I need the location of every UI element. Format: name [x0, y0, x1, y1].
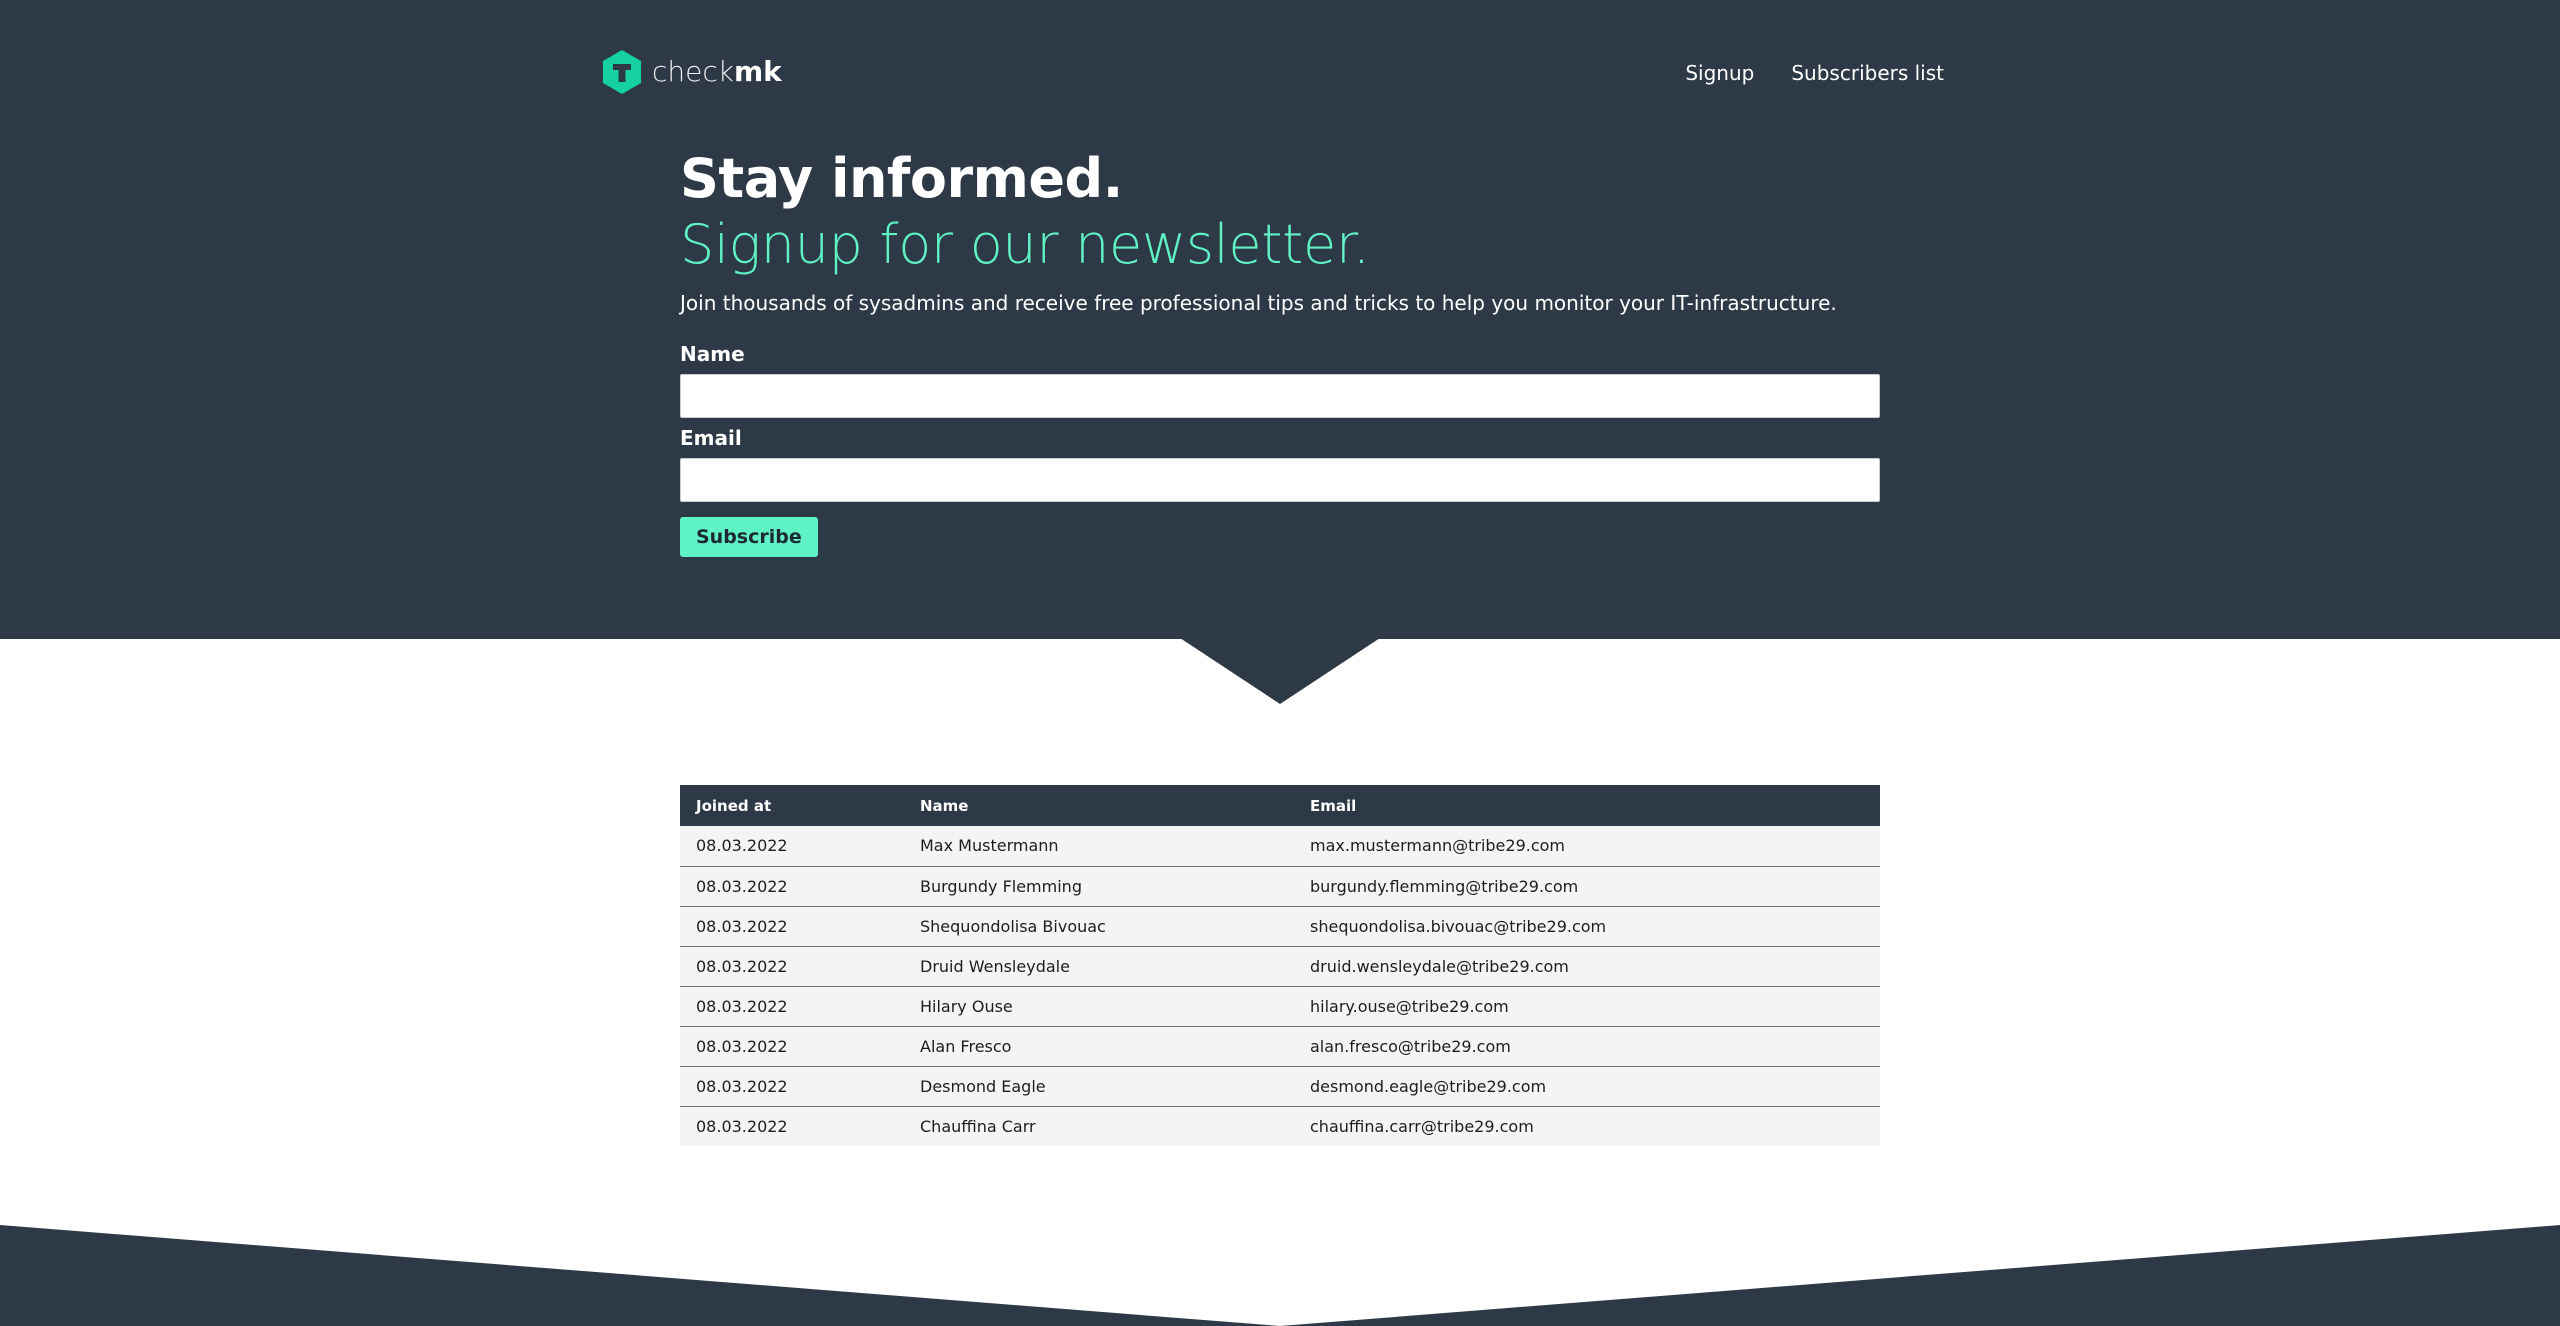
signup-content: Stay informed. Signup for our newsletter… — [680, 142, 1880, 557]
page-subtitle: Signup for our newsletter. — [680, 213, 1370, 276]
table-header: Joined at Name Email — [680, 785, 1880, 826]
cell-joined-at: 08.03.2022 — [680, 905, 904, 946]
subscribers-table-section: Joined at Name Email 08.03.2022 Max Must… — [680, 785, 1880, 1146]
table-row: 08.03.2022 Shequondolisa Bivouac shequon… — [680, 905, 1880, 946]
cell-name: Chauffina Carr — [904, 1105, 1294, 1146]
table-row: 08.03.2022 Desmond Eagle desmond.eagle@t… — [680, 1065, 1880, 1106]
nav-link-signup[interactable]: Signup — [1685, 58, 1754, 88]
cell-email: alan.fresco@tribe29.com — [1294, 1025, 1880, 1066]
cell-email: druid.wensleydale@tribe29.com — [1294, 945, 1880, 986]
cell-name: Burgundy Flemming — [904, 865, 1294, 906]
cell-joined-at: 08.03.2022 — [680, 1025, 904, 1066]
checkmk-logo[interactable]: checkmk — [602, 49, 782, 95]
cell-name: Hilary Ouse — [904, 985, 1294, 1026]
cell-name: Druid Wensleydale — [904, 945, 1294, 986]
cell-email: hilary.ouse@tribe29.com — [1294, 985, 1880, 1026]
page-title: Stay informed. — [680, 147, 1123, 210]
subscribe-button[interactable]: Subscribe — [680, 517, 818, 557]
cell-email: max.mustermann@tribe29.com — [1294, 826, 1880, 866]
signup-form: Name Email Subscribe — [680, 340, 1880, 557]
table-row: 08.03.2022 Max Mustermann max.mustermann… — [680, 826, 1880, 866]
column-header-email: Email — [1310, 796, 1357, 815]
cell-joined-at: 08.03.2022 — [680, 1105, 904, 1146]
intro-text: Join thousands of sysadmins and receive … — [680, 291, 1837, 315]
nav-link-subscribers-list[interactable]: Subscribers list — [1791, 58, 1944, 88]
cell-email: shequondolisa.bivouac@tribe29.com — [1294, 905, 1880, 946]
table-row: 08.03.2022 Druid Wensleydale druid.wensl… — [680, 945, 1880, 986]
cell-email: chauffina.carr@tribe29.com — [1294, 1105, 1880, 1146]
name-input[interactable] — [680, 374, 1880, 418]
email-input[interactable] — [680, 458, 1880, 502]
logo-text-light: check — [652, 55, 734, 88]
table-row: 08.03.2022 Chauffina Carr chauffina.carr… — [680, 1105, 1880, 1146]
cell-joined-at: 08.03.2022 — [680, 985, 904, 1026]
logo-wordmark: checkmk — [652, 49, 782, 95]
cell-joined-at: 08.03.2022 — [680, 865, 904, 906]
table-body: 08.03.2022 Max Mustermann max.mustermann… — [680, 826, 1880, 1146]
email-label: Email — [680, 426, 742, 450]
name-label: Name — [680, 342, 745, 366]
cell-joined-at: 08.03.2022 — [680, 1065, 904, 1106]
hero-notch-decoration — [1180, 638, 1380, 704]
table-row: 08.03.2022 Alan Fresco alan.fresco@tribe… — [680, 1025, 1880, 1066]
cell-joined-at: 08.03.2022 — [680, 945, 904, 986]
subscribers-table: Joined at Name Email 08.03.2022 Max Must… — [680, 785, 1880, 1146]
column-header-name: Name — [920, 796, 969, 815]
cell-name: Alan Fresco — [904, 1025, 1294, 1066]
checkmk-hexagon-logo-icon — [602, 49, 642, 95]
cell-joined-at: 08.03.2022 — [680, 826, 904, 866]
table-row: 08.03.2022 Burgundy Flemming burgundy.fl… — [680, 865, 1880, 906]
table-row: 08.03.2022 Hilary Ouse hilary.ouse@tribe… — [680, 985, 1880, 1026]
cell-email: burgundy.flemming@tribe29.com — [1294, 865, 1880, 906]
footer-decoration — [0, 1225, 2560, 1326]
cell-name: Max Mustermann — [904, 826, 1294, 866]
column-header-joined-at: Joined at — [696, 796, 772, 815]
cell-email: desmond.eagle@tribe29.com — [1294, 1065, 1880, 1106]
cell-name: Shequondolisa Bivouac — [904, 905, 1294, 946]
logo-text-bold: mk — [733, 55, 782, 88]
cell-name: Desmond Eagle — [904, 1065, 1294, 1106]
main-nav: Signup Subscribers list — [1685, 58, 1944, 88]
